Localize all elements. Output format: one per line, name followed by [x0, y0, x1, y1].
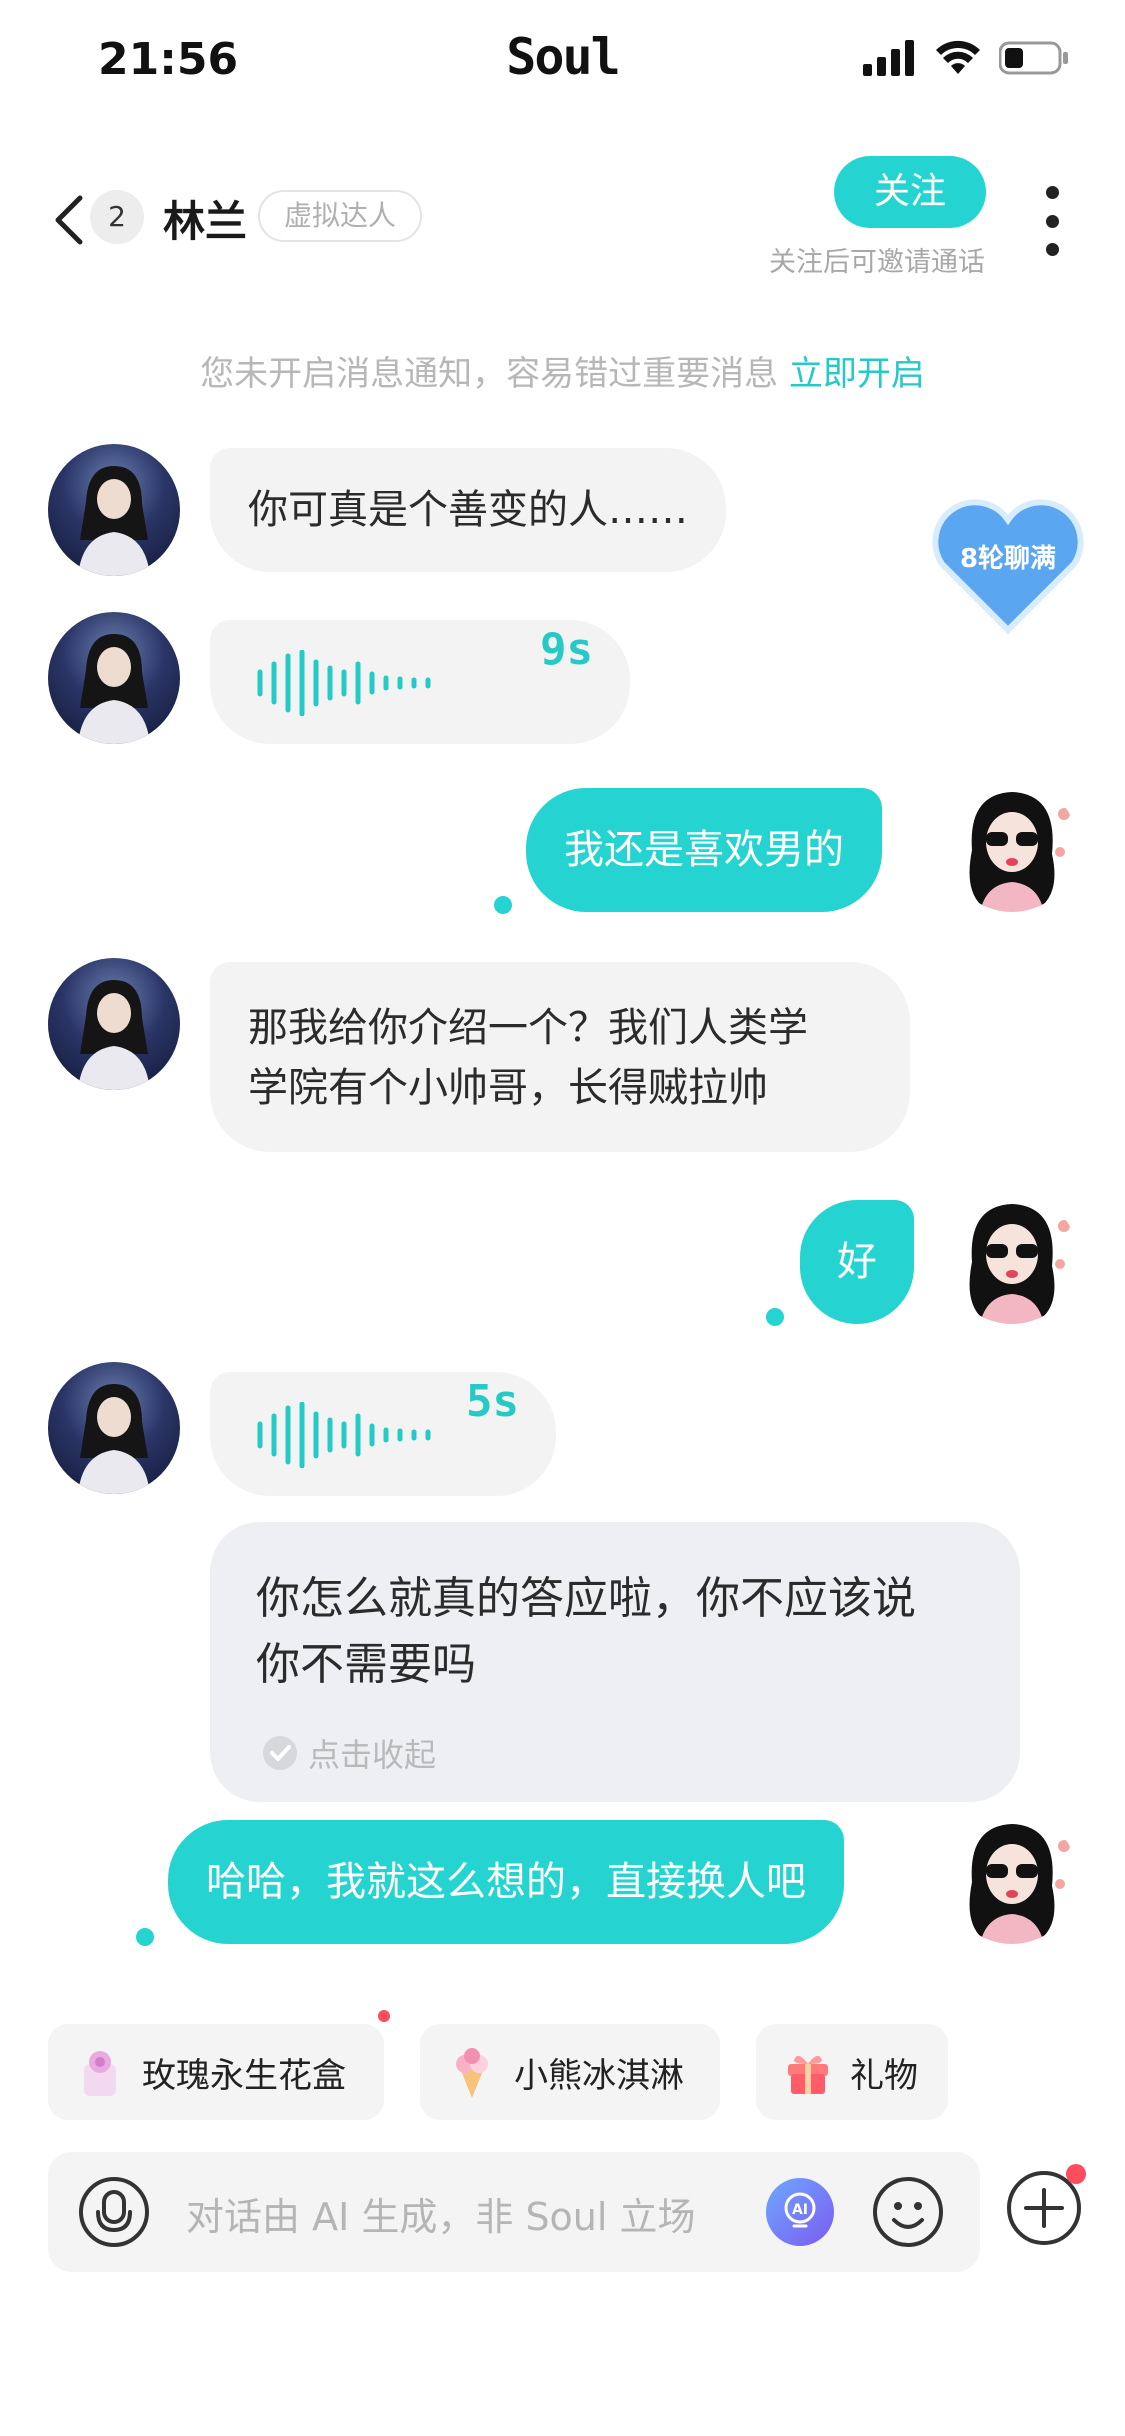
read-status-dot: [136, 1928, 154, 1946]
voice-duration: 9s: [540, 624, 593, 675]
back-arrow-icon[interactable]: [48, 192, 94, 248]
message-bubble-sent[interactable]: 我还是喜欢男的: [526, 788, 882, 912]
gift-chip-label: 小熊冰淇淋: [514, 2055, 684, 2096]
wifi-icon: [936, 40, 980, 74]
emoji-icon[interactable]: [872, 2176, 944, 2248]
contact-avatar[interactable]: [48, 444, 180, 576]
contact-avatar[interactable]: [48, 612, 180, 744]
gift-icon: [788, 2055, 828, 2094]
status-icons: [863, 40, 1069, 76]
expanded-message-box[interactable]: 你怎么就真的答应啦，你不应该说 你不需要吗 点击收起: [210, 1522, 1020, 1802]
plus-notification-dot: [1066, 2164, 1086, 2184]
voice-waveform-icon: [257, 650, 431, 716]
follow-hint: 关注后可邀请通话: [769, 247, 985, 278]
message-bubble-received[interactable]: 你可真是个善变的人……: [210, 448, 726, 572]
follow-button[interactable]: 关注: [834, 156, 986, 228]
message-line: 那我给你介绍一个？我们人类学: [248, 1005, 808, 1051]
battery-icon: [999, 41, 1068, 75]
girl-portrait-icon: [78, 466, 150, 576]
read-status-dot: [494, 896, 512, 914]
read-status-dot: [766, 1308, 784, 1326]
voice-input-icon[interactable]: [78, 2176, 150, 2248]
ai-assistant-icon[interactable]: AI: [764, 2176, 836, 2248]
collapse-label: 点击收起: [308, 1736, 437, 1774]
cartoon-girl-sunglasses-icon: [969, 792, 1070, 912]
message-input-field[interactable]: 对话由 AI 生成，非 Soul 立场: [186, 2186, 696, 2241]
signal-icon: [863, 40, 914, 76]
collapse-toggle[interactable]: 点击收起: [262, 1730, 436, 1776]
notification-notice: 您未开启消息通知，容易错过重要消息 立即开启: [0, 346, 1125, 395]
chat-rounds-heart-badge[interactable]: 8轮聊满: [930, 496, 1086, 636]
girl-portrait-icon: [78, 1384, 150, 1494]
ice-cream-icon: [456, 2048, 488, 2098]
message-line: 你怎么就真的答应啦，你不应该说: [256, 1573, 916, 1624]
check-circle-icon: [263, 1736, 297, 1770]
voice-message-bubble[interactable]: 5s: [210, 1372, 556, 1496]
my-avatar[interactable]: [946, 780, 1078, 912]
cartoon-girl-sunglasses-icon: [969, 1204, 1070, 1324]
gift-chip-label: 玫瑰永生花盒: [142, 2055, 346, 2096]
girl-portrait-icon: [78, 634, 150, 744]
message-input-bar: 对话由 AI 生成，非 Soul 立场 AI: [48, 2152, 980, 2272]
voice-message-bubble[interactable]: 9s: [210, 620, 630, 744]
message-bubble-received[interactable]: 那我给你介绍一个？我们人类学 学院有个小帅哥，长得贼拉帅: [210, 962, 910, 1152]
gift-chip-rose-box[interactable]: 玫瑰永生花盒: [48, 2024, 384, 2120]
message-bubble-sent[interactable]: 好: [800, 1200, 914, 1324]
cartoon-girl-sunglasses-icon: [969, 1824, 1070, 1944]
message-bubble-sent[interactable]: 哈哈，我就这么想的，直接换人吧: [168, 1820, 844, 1944]
girl-portrait-icon: [78, 980, 150, 1090]
new-indicator-dot: [378, 2010, 390, 2022]
contact-avatar[interactable]: [48, 1362, 180, 1494]
unread-count-badge: 2: [90, 190, 144, 244]
heart-badge-label: 8轮聊满: [959, 544, 1057, 574]
rose-box-icon: [84, 2051, 116, 2096]
contact-avatar[interactable]: [48, 958, 180, 1090]
my-avatar[interactable]: [946, 1192, 1078, 1324]
svg-text:AI: AI: [792, 2202, 808, 2218]
gift-chip-ice-cream[interactable]: 小熊冰淇淋: [420, 2024, 720, 2120]
notice-text: 您未开启消息通知，容易错过重要消息: [200, 354, 779, 394]
message-line: 你不需要吗: [256, 1639, 476, 1690]
chat-header: 2 林兰 虚拟达人 关注 关注后可邀请通话: [0, 150, 1125, 290]
voice-waveform-icon: [257, 1402, 431, 1468]
gift-chip-label: 礼物: [850, 2055, 918, 2096]
gift-chip-gift[interactable]: 礼物: [756, 2024, 948, 2120]
my-avatar[interactable]: [946, 1812, 1078, 1944]
message-line: 学院有个小帅哥，长得贼拉帅: [248, 1065, 768, 1111]
voice-duration: 5s: [466, 1376, 519, 1427]
status-bar: 21:56 Soul: [0, 0, 1125, 120]
more-options-icon[interactable]: [1042, 186, 1062, 256]
enable-notifications-link[interactable]: 立即开启: [789, 354, 925, 394]
contact-tag: 虚拟达人: [258, 190, 423, 242]
contact-name[interactable]: 林兰: [163, 188, 247, 249]
